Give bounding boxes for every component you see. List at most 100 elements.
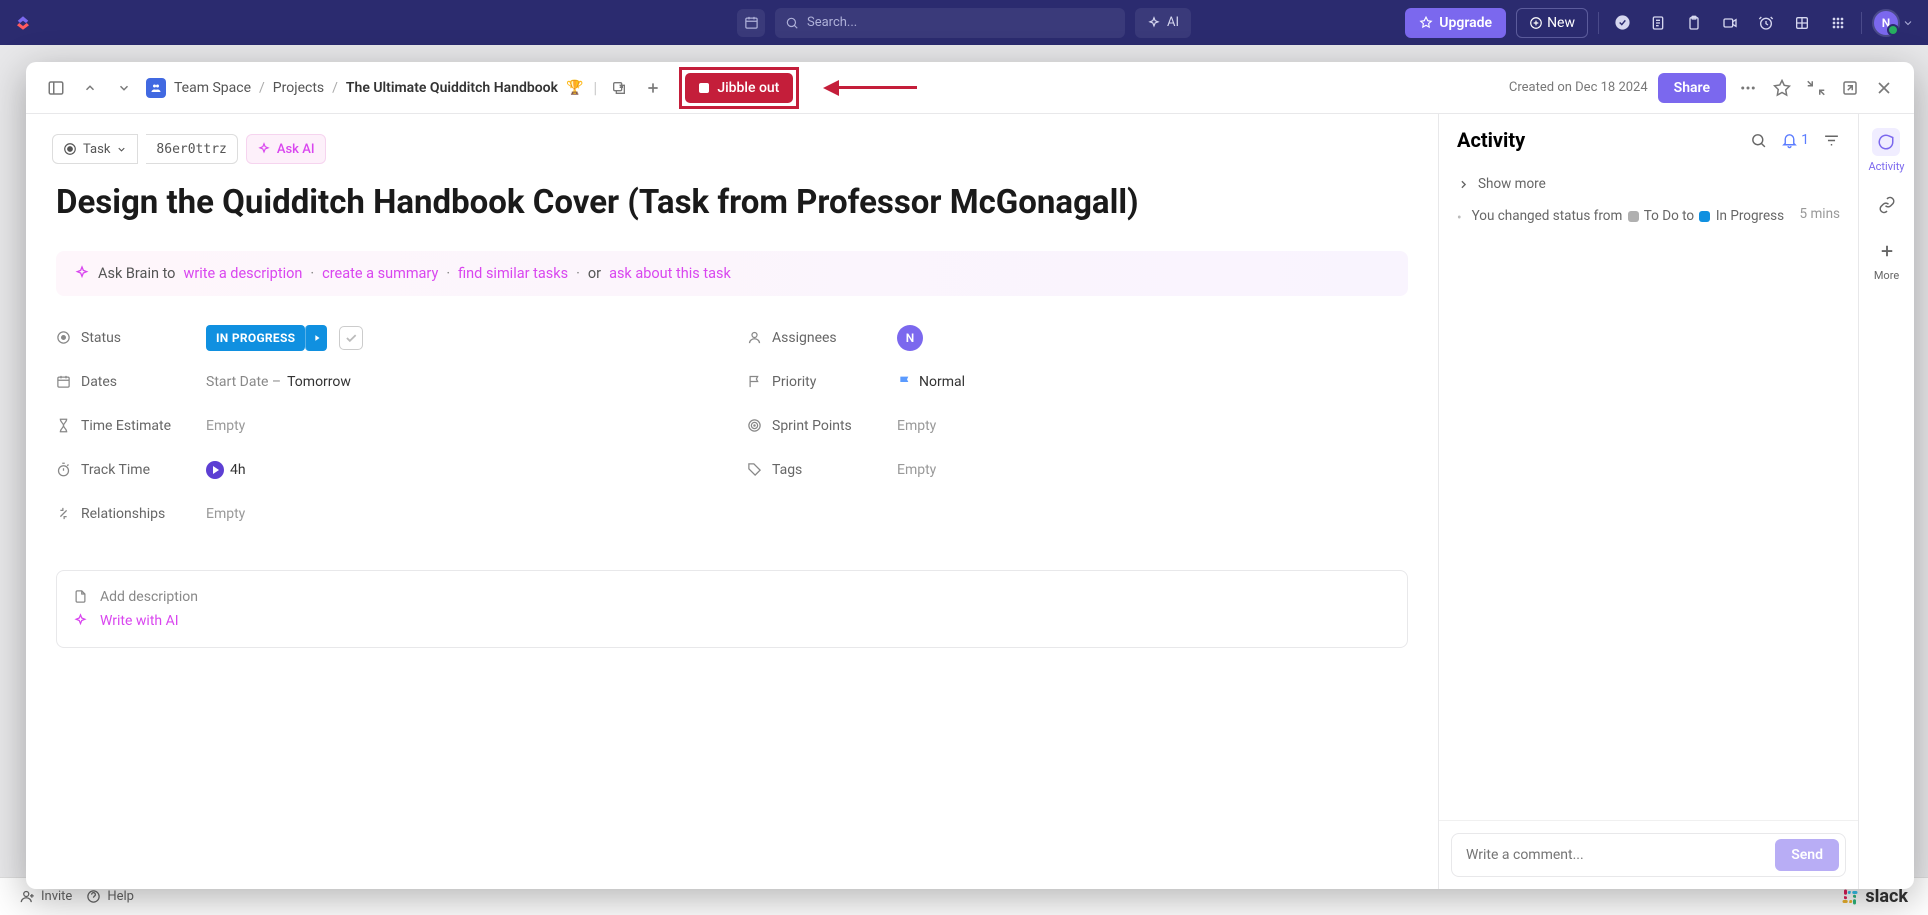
rail-more[interactable]: More [1873, 237, 1901, 282]
brain-similar[interactable]: find similar tasks [458, 265, 568, 282]
clickup-logo-icon[interactable] [14, 14, 32, 32]
brain-summary[interactable]: create a summary [322, 265, 438, 282]
space-icon [146, 78, 166, 98]
description-box: Add description Write with AI [56, 570, 1408, 648]
breadcrumb-folder[interactable]: Projects [273, 80, 324, 96]
track-time-value[interactable]: 4h [206, 461, 717, 479]
close-icon[interactable] [1872, 76, 1896, 100]
send-button[interactable]: Send [1775, 839, 1839, 871]
activity-notifications[interactable]: 1 [1781, 132, 1809, 149]
rail-activity[interactable]: Activity [1868, 128, 1904, 173]
user-icon [747, 330, 762, 345]
jibble-highlight-box: Jibble out [679, 67, 799, 109]
activity-search-icon[interactable] [1750, 132, 1767, 149]
chevron-down-icon [1902, 17, 1914, 29]
help-button[interactable]: Help [86, 889, 134, 904]
brain-ask[interactable]: ask about this task [609, 265, 731, 282]
ask-brain-bar: Ask Brain to write a description · creat… [56, 251, 1408, 296]
status-swatch-gray [1628, 211, 1639, 222]
stopwatch-icon [56, 462, 71, 477]
minimize-icon[interactable] [1804, 76, 1828, 100]
stop-icon [699, 83, 709, 93]
breadcrumb-space[interactable]: Team Space [174, 80, 251, 96]
activity-item: • You changed status from To Do to In Pr… [1457, 198, 1840, 234]
tags-value[interactable]: Empty [897, 462, 1408, 478]
sprint-points-icon [747, 418, 762, 433]
play-icon [206, 461, 224, 479]
priority-value[interactable]: Normal [897, 374, 1408, 390]
status-button[interactable]: IN PROGRESS [206, 325, 305, 351]
relationships-icon [56, 506, 71, 521]
task-title[interactable]: Design the Quidditch Handbook Cover (Tas… [56, 182, 1408, 225]
mark-complete-button[interactable] [339, 326, 363, 350]
jibble-out-button[interactable]: Jibble out [685, 73, 793, 103]
add-subtask-icon[interactable] [641, 76, 665, 100]
chevron-right-icon [1457, 178, 1470, 191]
rail-link[interactable] [1873, 191, 1901, 219]
new-button[interactable]: New [1516, 8, 1588, 38]
expand-icon[interactable] [1838, 76, 1862, 100]
activity-time: 5 mins [1800, 206, 1840, 226]
activity-title: Activity [1457, 128, 1736, 152]
task-main-panel: Task 86er0ttrz Ask AI Design the Quiddit… [26, 114, 1438, 889]
clipboard-icon[interactable] [1681, 10, 1707, 36]
breadcrumb: Team Space / Projects / The Ultimate Qui… [146, 78, 583, 98]
sidebar-toggle-icon[interactable] [44, 76, 68, 100]
time-estimate-value[interactable]: Empty [206, 418, 717, 434]
apps-grid-icon[interactable] [1825, 10, 1851, 36]
grid-square-icon[interactable] [1789, 10, 1815, 36]
activity-panel: Activity 1 Show more • You changed statu… [1438, 114, 1858, 889]
app-topbar: Search... AI Upgrade New N [0, 0, 1928, 45]
ai-button[interactable]: AI [1135, 8, 1191, 38]
sprint-points-value[interactable]: Empty [897, 418, 1408, 434]
hourglass-icon [56, 418, 71, 433]
task-fields: Status IN PROGRESS Assignees N Date [56, 318, 1408, 534]
show-more-button[interactable]: Show more [1457, 170, 1840, 198]
trophy-emoji: 🏆 [566, 80, 583, 96]
flag-icon [747, 374, 762, 389]
write-with-ai-button[interactable]: Write with AI [71, 609, 1393, 633]
alarm-icon[interactable] [1753, 10, 1779, 36]
prev-task-icon[interactable] [78, 76, 102, 100]
comment-input[interactable] [1466, 847, 1775, 863]
avatar: N [1872, 9, 1900, 37]
global-search[interactable]: Search... [775, 8, 1125, 38]
task-modal: Team Space / Projects / The Ultimate Qui… [26, 62, 1914, 889]
status-next-button[interactable] [305, 325, 327, 351]
right-rail: Activity More [1858, 114, 1914, 889]
add-description-button[interactable]: Add description [71, 585, 1393, 609]
search-placeholder: Search... [807, 15, 857, 30]
move-task-icon[interactable] [607, 76, 631, 100]
brain-icon [74, 265, 90, 281]
slack-badge[interactable]: slack [1841, 886, 1908, 907]
profile-menu[interactable]: N [1872, 9, 1914, 37]
annotation-arrow [823, 80, 917, 96]
notepad-icon[interactable] [1645, 10, 1671, 36]
task-type-chip[interactable]: Task [52, 134, 138, 164]
assignee-avatar[interactable]: N [897, 325, 923, 351]
next-task-icon[interactable] [112, 76, 136, 100]
upgrade-button[interactable]: Upgrade [1405, 8, 1506, 38]
share-button[interactable]: Share [1658, 73, 1726, 103]
more-menu-icon[interactable] [1736, 76, 1760, 100]
calendar-icon[interactable] [737, 9, 765, 37]
favorite-star-icon[interactable] [1770, 76, 1794, 100]
activity-filter-icon[interactable] [1823, 132, 1840, 149]
document-icon [73, 589, 88, 604]
breadcrumb-list[interactable]: The Ultimate Quidditch Handbook [346, 80, 558, 96]
relationships-value[interactable]: Empty [206, 506, 717, 522]
chevron-down-icon [116, 144, 127, 155]
dates-value[interactable]: Start Date – Tomorrow [206, 374, 717, 390]
status-icon [56, 330, 71, 345]
invite-button[interactable]: Invite [20, 889, 72, 904]
modal-header: Team Space / Projects / The Ultimate Qui… [26, 62, 1914, 114]
ask-ai-chip[interactable]: Ask AI [246, 134, 326, 164]
check-circle-icon[interactable] [1609, 10, 1635, 36]
task-id-chip[interactable]: 86er0ttrz [146, 134, 237, 164]
priority-flag-icon [897, 374, 913, 390]
status-swatch-blue [1699, 211, 1710, 222]
tag-icon [747, 462, 762, 477]
brain-write-desc[interactable]: write a description [183, 265, 302, 282]
comment-box: Send [1451, 833, 1846, 877]
video-icon[interactable] [1717, 10, 1743, 36]
